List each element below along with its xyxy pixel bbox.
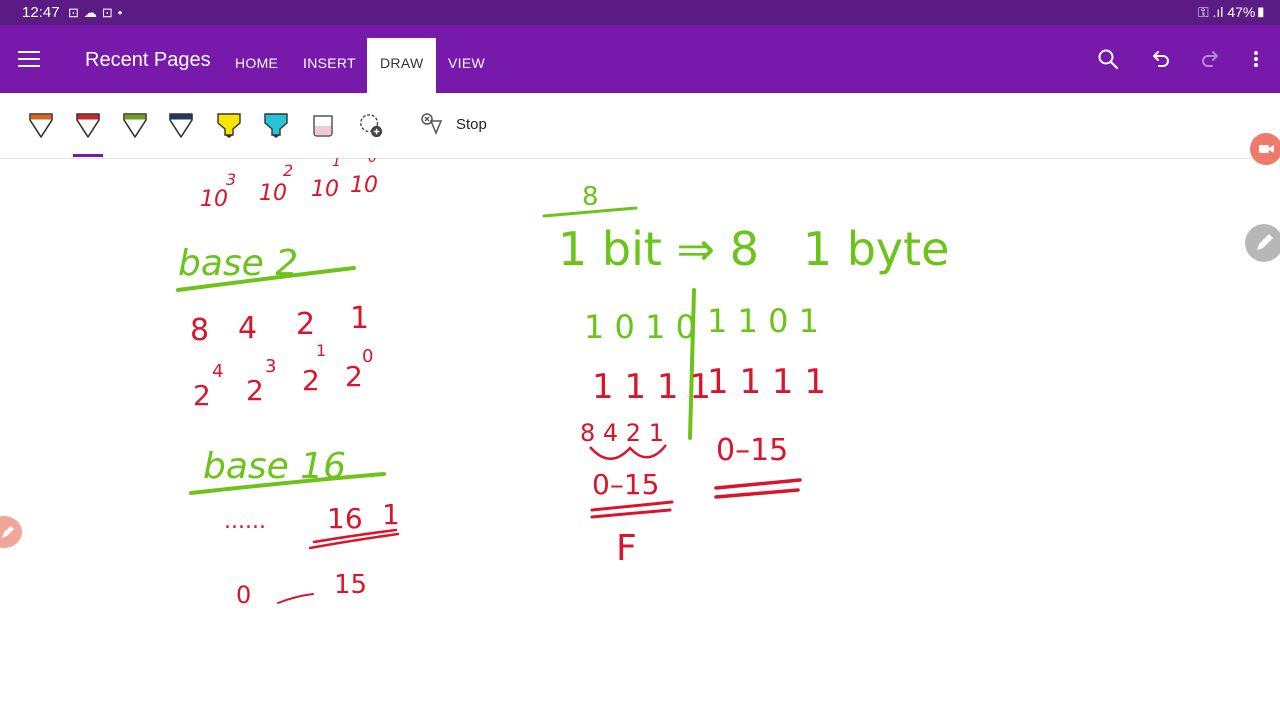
draw-toolbar: Stop bbox=[0, 93, 1280, 159]
nibble-right-row2: 1 1 1 1 bbox=[707, 362, 826, 402]
base-16-range-end: 15 bbox=[334, 570, 367, 600]
range-left: 0–15 bbox=[592, 468, 659, 501]
record-floating-button[interactable] bbox=[1250, 133, 1280, 165]
nibble-weights: 8 4 2 1 bbox=[580, 419, 664, 447]
pen-icon[interactable] bbox=[28, 111, 54, 139]
page-canvas[interactable]: 10 3 10 2 10 1 10 0 base 2 8 4 2 1 2 4 2… bbox=[0, 158, 1280, 720]
redo-icon[interactable] bbox=[1199, 47, 1223, 71]
range-dash bbox=[277, 593, 314, 604]
undo-icon[interactable] bbox=[1148, 47, 1172, 71]
base-2-place-values: 8 4 2 1 bbox=[190, 301, 369, 348]
wifi-icon: ⚿ .ıl bbox=[1197, 4, 1228, 20]
power-exponent: 4 bbox=[212, 361, 223, 382]
place-value: 4 bbox=[238, 311, 257, 346]
power-exponent: 3 bbox=[226, 170, 236, 189]
power-base: 2 bbox=[193, 379, 211, 412]
pen-icon[interactable] bbox=[168, 111, 194, 139]
lasso-select-icon[interactable] bbox=[358, 111, 384, 139]
notification-icons: ⊡☁⊡• bbox=[68, 5, 128, 20]
tab-home[interactable]: HOME bbox=[235, 55, 278, 71]
pen-icon[interactable] bbox=[122, 111, 148, 139]
highlighter-icon[interactable] bbox=[216, 111, 242, 139]
status-right: ⚿ .ıl 47%▮ bbox=[1198, 4, 1266, 21]
tab-view[interactable]: VIEW bbox=[448, 55, 485, 71]
battery-icon: ▮ bbox=[1255, 4, 1266, 20]
pen-icon[interactable] bbox=[73, 111, 103, 157]
ink-to-shape-icon[interactable] bbox=[419, 111, 445, 139]
tab-draw[interactable]: DRAW bbox=[367, 38, 437, 93]
power-exponent: 2 bbox=[283, 161, 293, 180]
power-base: 2 bbox=[345, 360, 363, 393]
place-value: 2 bbox=[296, 307, 315, 342]
pen-handle-icon bbox=[2, 526, 14, 538]
tab-insert[interactable]: INSERT bbox=[303, 55, 356, 71]
power-exponent: 0 bbox=[368, 158, 377, 166]
place-value: 1 bbox=[350, 301, 369, 336]
range-right: 0–15 bbox=[716, 433, 788, 468]
edit-floating-button[interactable] bbox=[1245, 224, 1280, 262]
base-16-place: 1 bbox=[382, 498, 400, 531]
power-base: 2 bbox=[246, 374, 264, 407]
power-base: 10 bbox=[200, 187, 228, 212]
highlighter-icon[interactable] bbox=[263, 111, 289, 139]
weights-brace bbox=[589, 444, 667, 460]
nibble-left-row2: 1 1 1 1 bbox=[592, 367, 711, 407]
powers-of-ten-row: 10 3 10 2 10 1 10 0 bbox=[200, 158, 378, 212]
base-16-ellipsis: ...... bbox=[224, 509, 266, 534]
power-exponent: 1 bbox=[316, 341, 326, 360]
power-exponent: 3 bbox=[265, 356, 276, 377]
stop-button[interactable]: Stop bbox=[456, 116, 487, 133]
power-exponent: 1 bbox=[332, 158, 341, 170]
bit-group-size: 8 bbox=[582, 182, 599, 212]
range-right-underline bbox=[714, 478, 802, 499]
eraser-icon[interactable] bbox=[310, 111, 336, 139]
video-record-icon bbox=[1259, 145, 1274, 153]
clock: 12:47 bbox=[22, 4, 60, 21]
power-exponent: 0 bbox=[362, 346, 373, 367]
search-icon[interactable] bbox=[1097, 48, 1119, 70]
power-base: 10 bbox=[311, 177, 339, 202]
side-pen-handle[interactable] bbox=[0, 516, 22, 548]
battery-level: 47% bbox=[1227, 4, 1256, 20]
base-16-range-start: 0 bbox=[236, 581, 251, 609]
range-left-underline bbox=[590, 500, 674, 519]
more-options-icon[interactable] bbox=[1250, 49, 1262, 69]
power-base: 10 bbox=[350, 173, 378, 198]
hex-digit: F bbox=[616, 528, 637, 569]
app-bar: Recent Pages HOME INSERT DRAW VIEW bbox=[0, 25, 1280, 93]
nibble-left-row1: 1 0 1 0 bbox=[584, 308, 696, 346]
power-base: 10 bbox=[259, 181, 287, 206]
pencil-icon bbox=[1257, 234, 1273, 250]
bit-byte-statement: 1 bit ⇒ 8 1 byte bbox=[558, 222, 949, 276]
status-bar: 12:47 ⊡☁⊡• ⚿ .ıl 47%▮ bbox=[0, 0, 1280, 25]
base-16-place: 16 bbox=[327, 502, 363, 535]
power-base: 2 bbox=[302, 364, 320, 397]
recent-pages-title[interactable]: Recent Pages bbox=[85, 49, 211, 72]
base-2-powers: 2 4 2 3 2 1 2 0 bbox=[193, 341, 373, 412]
menu-icon[interactable] bbox=[18, 51, 40, 67]
place-value: 8 bbox=[190, 313, 209, 348]
nibble-right-row1: 1 1 0 1 bbox=[707, 302, 819, 340]
